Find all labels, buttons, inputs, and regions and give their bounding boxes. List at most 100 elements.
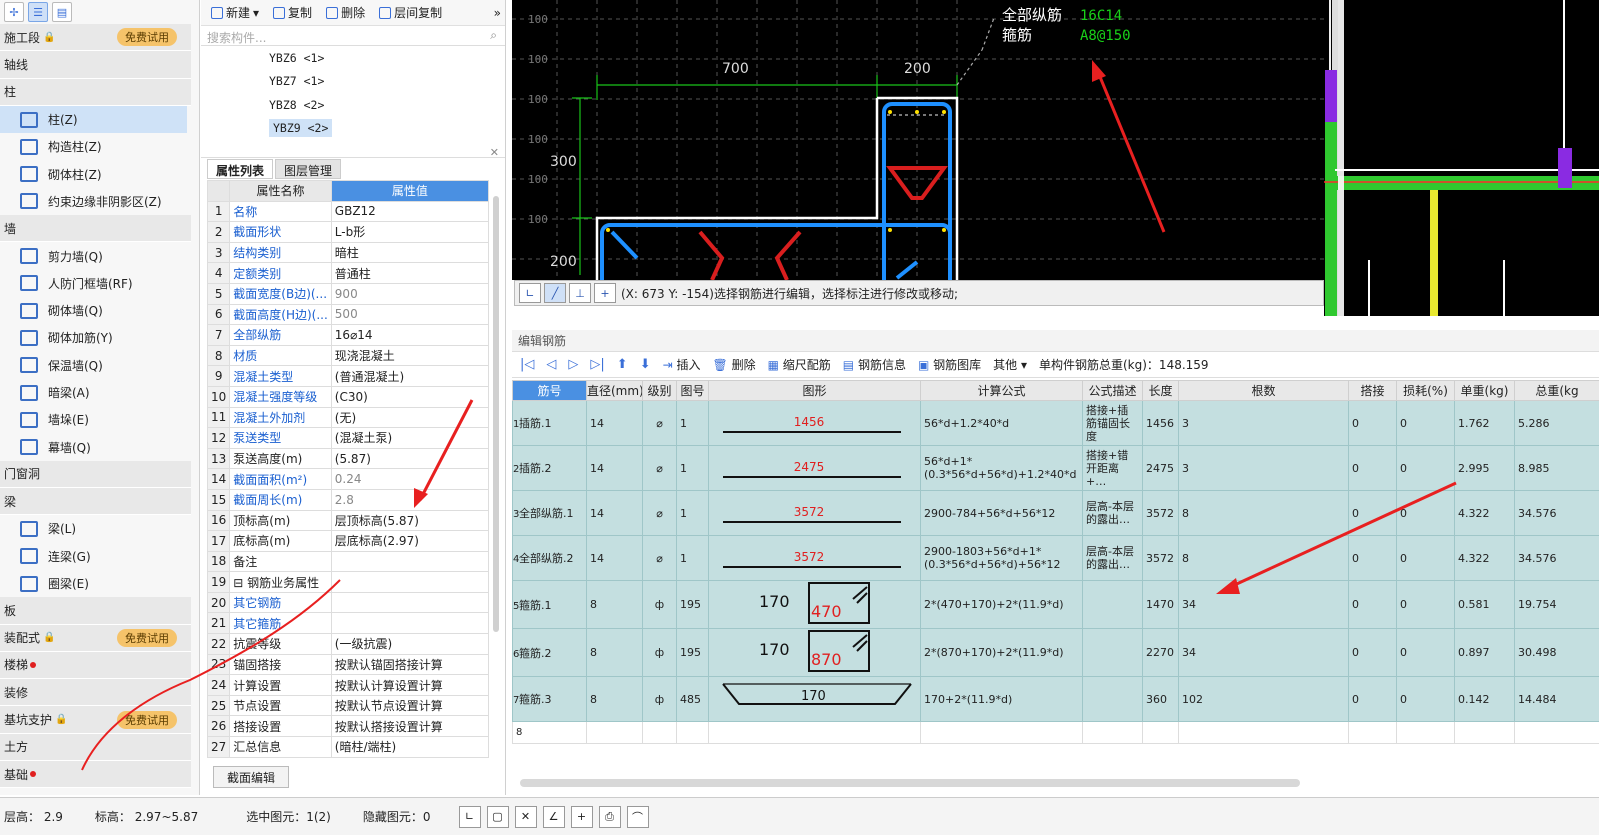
empty-cell[interactable] <box>1082 721 1143 744</box>
property-value[interactable]: 0.24 <box>330 468 490 490</box>
property-value[interactable] <box>330 612 490 635</box>
rebar-cell-lap[interactable]: 0 <box>1348 535 1397 581</box>
rebar-cell-dia[interactable]: 14 <box>586 400 643 446</box>
rebar-cell-unit[interactable]: 0.581 <box>1454 580 1515 629</box>
nav-cat-7[interactable]: 墙 <box>0 215 191 243</box>
property-value[interactable]: (5.87) <box>330 447 490 470</box>
ortho-mode-icon[interactable]: ∟ <box>458 805 481 828</box>
nav-cat-2[interactable]: 柱 <box>0 78 191 106</box>
rebar-cell-fig[interactable]: 1 <box>676 445 709 491</box>
rebar-cell-desc[interactable] <box>1082 676 1143 722</box>
nav-item-6[interactable]: 约束边缘非阴影区(Z) <box>0 188 199 215</box>
rebar-cell-total[interactable]: 5.286 <box>1514 400 1599 446</box>
detail-view-icon[interactable]: ▤ <box>52 2 72 22</box>
rebar-header-cell[interactable]: 直径(mm) <box>586 380 643 401</box>
property-row[interactable]: 15 截面周长(m) 2.8 <box>206 488 490 511</box>
nav-cat-0[interactable]: 施工段 🔒 免费试用 <box>0 24 191 52</box>
last-record-icon[interactable]: ▷| <box>590 357 604 372</box>
rebar-cell-formula[interactable]: 2900-1803+56*d+1*(0.3*56*d+56*d)+56*12 <box>920 535 1083 581</box>
property-row[interactable]: 12 泵送类型 (混凝土泵) <box>206 427 490 449</box>
rebar-cell-unit[interactable]: 0.897 <box>1454 628 1515 677</box>
rebar-cell-unit[interactable]: 1.762 <box>1454 400 1515 446</box>
property-row[interactable]: 24 计算设置 按默认计算设置计算 <box>206 674 490 696</box>
rebar-cell-shape[interactable]: 170 870 <box>708 628 921 677</box>
more-arrow-icon[interactable]: » <box>494 6 501 20</box>
pin-icon[interactable]: ✢ <box>4 2 24 22</box>
rebar-cell-shape[interactable]: 3572 <box>708 535 921 581</box>
property-value[interactable]: 500 <box>330 303 490 326</box>
rebar-cell-unit[interactable]: 4.322 <box>1454 490 1515 536</box>
rebar-cell-unit[interactable]: 4.322 <box>1454 535 1515 581</box>
dimension-200-left[interactable]: 200 <box>550 254 577 270</box>
rebar-cell-total[interactable]: 14.484 <box>1514 676 1599 722</box>
rebar-cell-name[interactable]: 3全部纵筋.1 <box>512 490 587 536</box>
rebar-header-cell[interactable]: 筋号 <box>512 380 587 401</box>
rebar-cell-name[interactable]: 7箍筋.3 <box>512 676 587 722</box>
rebar-cell-dia[interactable]: 14 <box>586 535 643 581</box>
property-row[interactable]: 2 截面形状 L-b形 <box>206 221 490 243</box>
component-item[interactable]: YBZ9 <2> <box>201 117 505 141</box>
other-dropdown[interactable]: 其他 ▾ <box>993 356 1027 373</box>
cross-select-icon[interactable]: ✕ <box>514 805 537 828</box>
rebar-cell-shape[interactable]: 3572 <box>708 490 921 536</box>
empty-cell[interactable] <box>642 721 677 744</box>
property-value[interactable]: (一级抗震) <box>330 633 490 655</box>
property-value[interactable]: (C30) <box>330 385 490 408</box>
property-row[interactable]: 9 混凝土类型 (普通混凝土) <box>206 365 490 387</box>
nav-item-12[interactable]: 保温墙(Q) <box>0 352 199 379</box>
rebar-cell-formula[interactable]: 56*d+1*(0.3*56*d+56*d)+1.2*40*d <box>920 445 1083 491</box>
empty-cell[interactable] <box>676 721 709 744</box>
search-input[interactable]: 搜索构件... ⌕ <box>201 26 505 46</box>
dimension-300[interactable]: 300 <box>550 154 577 170</box>
rebar-cell-formula[interactable]: 56*d+1.2*40*d <box>920 400 1083 446</box>
nav-cat-23[interactable]: 楼梯 <box>0 651 191 680</box>
rebar-header-cell[interactable]: 图号 <box>676 380 709 401</box>
rebar-header-cell[interactable]: 根数 <box>1178 380 1349 401</box>
property-row[interactable]: 11 混凝土外加剂 (无) <box>206 406 490 429</box>
rebar-cell-desc[interactable] <box>1082 628 1143 677</box>
stirrup-horizontal[interactable] <box>600 223 952 280</box>
rebar-cell-len[interactable]: 1456 <box>1142 400 1179 446</box>
empty-cell[interactable] <box>1348 721 1397 744</box>
rebar-cell-shape[interactable]: 1456 <box>708 400 921 446</box>
tab-layer-manage[interactable]: 图层管理 <box>275 159 342 179</box>
rebar-cell-total[interactable]: 34.576 <box>1514 535 1599 581</box>
rebar-cell-loss[interactable]: 0 <box>1396 535 1455 581</box>
property-value[interactable]: GBZ12 <box>330 200 490 223</box>
rebar-cell-fig[interactable]: 1 <box>676 535 709 581</box>
rebar-cell-grade[interactable]: ф <box>642 628 677 677</box>
rebar-cell-count[interactable]: 8 <box>1178 490 1349 536</box>
empty-cell[interactable] <box>1514 721 1599 744</box>
nav-item-14[interactable]: 墙垛(E) <box>0 406 199 433</box>
property-value[interactable] <box>330 550 490 573</box>
rebar-cell-count[interactable]: 3 <box>1178 445 1349 491</box>
plan-view-canvas[interactable] <box>1324 0 1599 316</box>
close-icon[interactable]: ✕ <box>490 146 499 159</box>
rebar-cell-fig[interactable]: 195 <box>676 628 709 677</box>
nav-cat-24[interactable]: 装修 <box>0 679 191 707</box>
property-value[interactable] <box>330 591 490 614</box>
empty-cell[interactable] <box>1454 721 1515 744</box>
rebar-cell-total[interactable]: 30.498 <box>1514 628 1599 677</box>
rebar-cell-grade[interactable]: ⌀ <box>642 535 677 581</box>
rebar-row[interactable]: 1插筋.1 14 ⌀ 1 1456 56*d+1.2*40*d 搭接+插筋锚固长度 1456 3… <box>512 400 1599 446</box>
property-row[interactable]: 10 混凝土强度等级 (C30) <box>206 385 490 408</box>
rebar-row[interactable]: 7箍筋.3 8 ф 485 170 170+2*(11.9*d) 360 102 0 0 0.142… <box>512 676 1599 722</box>
component-item[interactable]: YBZ6 <1> <box>201 46 505 70</box>
rebar-cell-dia[interactable]: 8 <box>586 628 643 677</box>
rebar-cell-desc[interactable] <box>1082 580 1143 629</box>
nav-cat-1[interactable]: 轴线 <box>0 51 191 79</box>
rebar-cell-loss[interactable]: 0 <box>1396 445 1455 491</box>
property-row[interactable]: 5 截面宽度(B边)(... 900 <box>206 282 490 305</box>
rebar-cell-fig[interactable]: 1 <box>676 490 709 536</box>
rebar-cell-desc[interactable]: 搭接+错开距离+… <box>1082 445 1143 491</box>
rebar-cell-total[interactable]: 19.754 <box>1514 580 1599 629</box>
nav-item-5[interactable]: 砌体柱(Z) <box>0 160 199 187</box>
delete-button[interactable]: 删除 <box>326 4 365 21</box>
property-value[interactable]: 层顶标高(5.87) <box>330 509 490 532</box>
rebar-cell-loss[interactable]: 0 <box>1396 580 1455 629</box>
rebar-cell-name[interactable]: 4全部纵筋.2 <box>512 535 587 581</box>
rebar-cell-dia[interactable]: 14 <box>586 490 643 536</box>
rebar-cell-len[interactable]: 2270 <box>1142 628 1179 677</box>
nav-cat-16[interactable]: 门窗洞 <box>0 460 191 489</box>
